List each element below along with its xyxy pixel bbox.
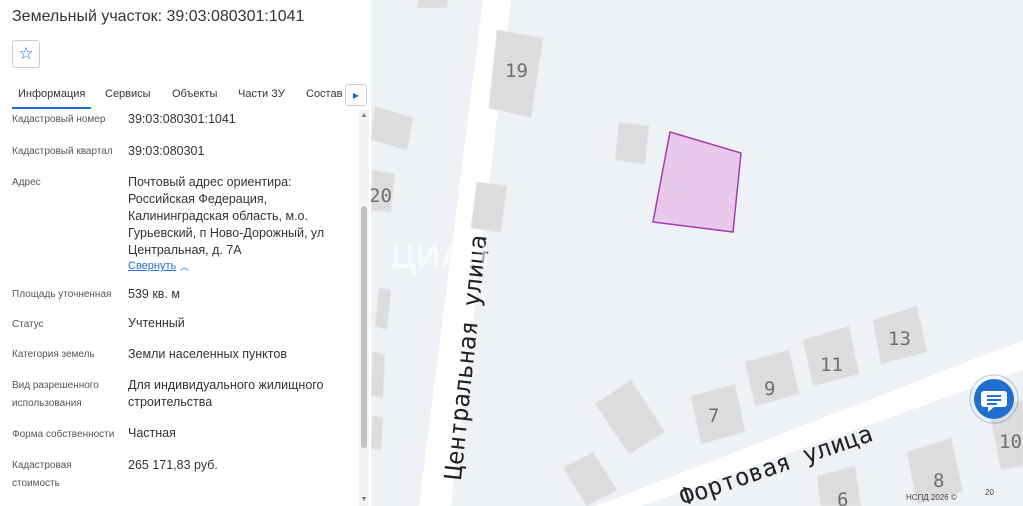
field-label: Статус <box>12 319 44 330</box>
permitted-use-value: Для индивидуального жилищного строительс… <box>128 377 350 411</box>
address-line: Почтовый адрес ориентира: <box>128 175 292 189</box>
map[interactable]: 19 20 13 11 9 7 8 6 10 Центральная улица… <box>371 0 1023 506</box>
house-number: 11 <box>820 354 843 376</box>
label-line: стоимость <box>12 478 60 489</box>
field-label: Кадастровый квартал <box>12 146 113 157</box>
tab-parts[interactable]: Части ЗУ <box>238 88 285 100</box>
map-canvas[interactable]: 19 20 13 11 9 7 8 6 10 Центральная улица… <box>371 0 1023 506</box>
map-scale-label: 20 <box>985 488 994 497</box>
chevron-up-icon[interactable]: ︿ <box>180 260 189 273</box>
house-number: 8 <box>933 470 944 492</box>
building <box>416 0 449 9</box>
favorite-button[interactable]: ☆ <box>12 40 40 68</box>
house-number: 10 <box>999 431 1022 453</box>
tab-services[interactable]: Сервисы <box>105 88 151 100</box>
scroll-down-icon[interactable]: ▼ <box>359 496 369 504</box>
tab-information[interactable]: Информация <box>11 88 92 109</box>
tab-bar: Информация Сервисы Объекты Части ЗУ Сост… <box>0 82 371 110</box>
label-line: Вид разрешенного <box>12 380 99 391</box>
value-line: Для индивидуального жилищного <box>128 378 324 392</box>
field-label: Категория земель <box>12 349 95 360</box>
label-line: использования <box>12 398 82 409</box>
address-line: Центральная, д. 7А <box>128 243 242 257</box>
building <box>614 121 650 165</box>
building <box>371 351 386 399</box>
star-icon: ☆ <box>18 44 34 63</box>
house-number: 6 <box>837 489 848 506</box>
field-label: Вид разрешенного использования <box>12 377 120 413</box>
address-line: Российская Федерация, <box>128 192 268 206</box>
watermark: ЦИАН <box>391 238 489 276</box>
page-title: Земельный участок: 39:03:080301:1041 <box>12 8 305 25</box>
scroll-up-icon[interactable]: ▲ <box>359 112 369 120</box>
tab-objects[interactable]: Объекты <box>172 88 217 100</box>
info-panel: Земельный участок: 39:03:080301:1041 ☆ И… <box>0 0 371 506</box>
cadastral-quarter-value: 39:03:080301 <box>128 144 205 158</box>
address-line: Калининградская область, м.о. <box>128 209 308 223</box>
field-label: Адрес <box>12 177 41 188</box>
map-attribution: НСПД 2026 © <box>906 493 957 502</box>
address-value: Почтовый адрес ориентира: Российская Фед… <box>128 174 350 259</box>
field-label: Площадь уточненная <box>12 289 112 300</box>
house-number: 20 <box>371 185 392 207</box>
status-value: Учтенный <box>128 316 185 330</box>
house-number: 7 <box>708 405 719 427</box>
house-number: 19 <box>505 60 528 82</box>
collapse-link[interactable]: Свернуть <box>128 260 176 272</box>
building <box>470 181 508 233</box>
address-line: Гурьевский, п Ново-Дорожный, ул <box>128 226 325 240</box>
land-category-value: Земли населенных пунктов <box>128 347 287 361</box>
cadastral-number-value: 39:03:080301:1041 <box>128 112 236 126</box>
value-line: строительства <box>128 395 213 409</box>
chevron-right-icon: ▶ <box>352 90 360 100</box>
field-label: Кадастровый номер <box>12 114 106 125</box>
label-line: Кадастровая <box>12 460 72 471</box>
field-label: Форма собственности <box>12 429 115 440</box>
ownership-value: Частная <box>128 426 176 440</box>
scrollbar-thumb[interactable] <box>361 206 367 448</box>
field-label: Кадастровая стоимость <box>12 457 120 493</box>
tab-composition[interactable]: Состав <box>306 88 342 100</box>
building <box>371 415 384 451</box>
house-number: 9 <box>764 378 775 400</box>
area-value: 539 кв. м <box>128 287 180 301</box>
house-number: 13 <box>888 328 911 350</box>
scrollbar[interactable]: ▲ ▼ <box>359 110 369 506</box>
cadastral-value-value: 265 171,83 руб. <box>128 458 218 472</box>
chat-button[interactable] <box>969 374 1019 424</box>
tabs-scroll-button[interactable]: ▶ <box>345 84 367 106</box>
